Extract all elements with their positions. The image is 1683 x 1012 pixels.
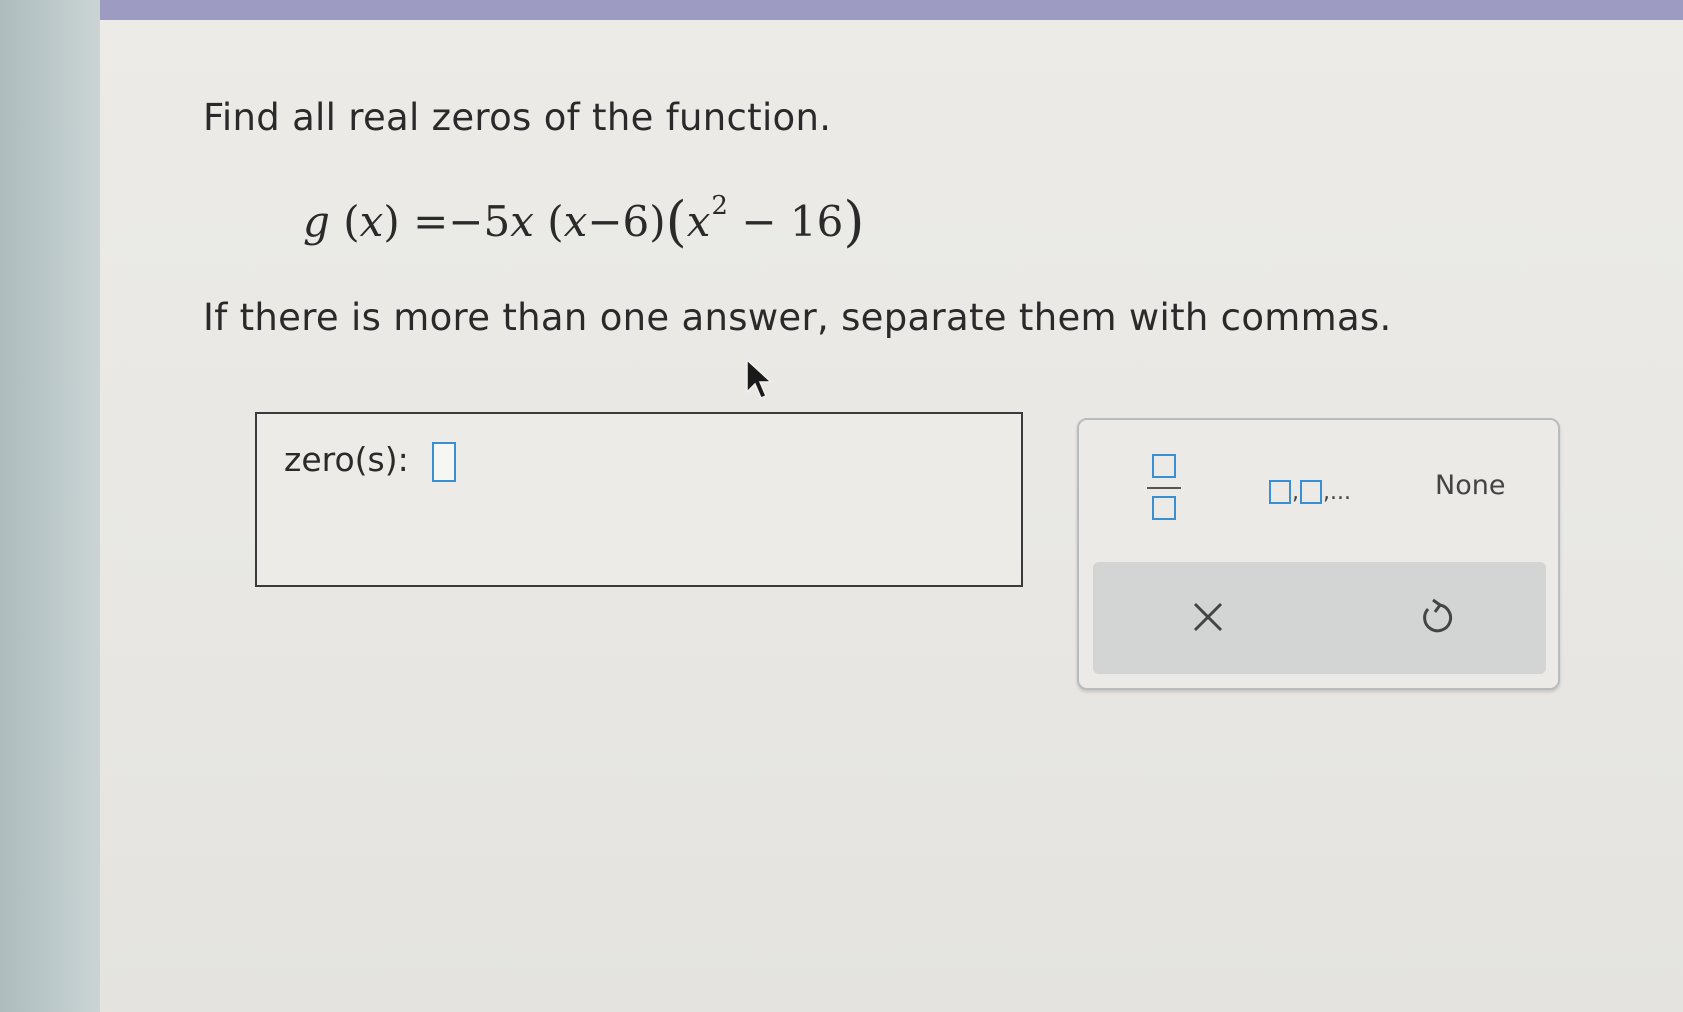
eq-var: x: [359, 197, 384, 246]
eq-func-name: g: [303, 197, 330, 246]
zeros-input[interactable]: [432, 442, 456, 482]
eq-paren: ): [383, 197, 400, 246]
eq-coefficient: −5: [448, 197, 511, 246]
mouse-cursor-icon: [746, 358, 773, 399]
eq-equals: =: [413, 197, 449, 246]
numerator-box-icon: [1152, 454, 1176, 478]
top-bar: [100, 0, 1683, 20]
fraction-bar-icon: [1147, 487, 1181, 489]
math-keypad: , ,... None: [1077, 418, 1560, 690]
question-prompt: Find all real zeros of the function.: [203, 96, 832, 139]
zeros-label: zero(s):: [284, 440, 409, 479]
fraction-button[interactable]: [1147, 454, 1183, 524]
list-button[interactable]: , ,...: [1269, 474, 1352, 504]
answer-instruction: If there is more than one answer, separa…: [203, 296, 1392, 339]
list-separator: ,: [1292, 480, 1299, 505]
undo-button[interactable]: [1411, 592, 1461, 642]
eq-big-paren: ): [843, 190, 865, 253]
clear-button[interactable]: [1183, 592, 1233, 642]
eq-var: x: [510, 197, 534, 246]
eq-paren: (: [343, 197, 360, 246]
list-ellipsis: ,...: [1323, 480, 1351, 505]
list-box-icon: [1269, 480, 1291, 504]
eq-term: −6: [587, 197, 650, 246]
eq-exponent: 2: [711, 191, 728, 221]
eq-var: x: [563, 197, 588, 246]
close-icon: [1193, 602, 1223, 632]
list-box-icon: [1300, 480, 1322, 504]
keypad-action-bar: [1093, 562, 1546, 674]
eq-var: x: [686, 197, 711, 246]
answer-area: zero(s):: [255, 412, 1023, 587]
function-equation: g (x) =−5x (x−6)(x2 − 16): [303, 190, 864, 253]
eq-paren: ): [649, 197, 666, 246]
undo-icon: [1423, 598, 1453, 633]
eq-big-paren: (: [665, 190, 687, 253]
none-button[interactable]: None: [1435, 470, 1505, 501]
denominator-box-icon: [1152, 496, 1176, 520]
eq-term: − 16: [741, 197, 844, 246]
background-left-strip: [0, 0, 110, 1012]
eq-paren: (: [547, 197, 564, 246]
